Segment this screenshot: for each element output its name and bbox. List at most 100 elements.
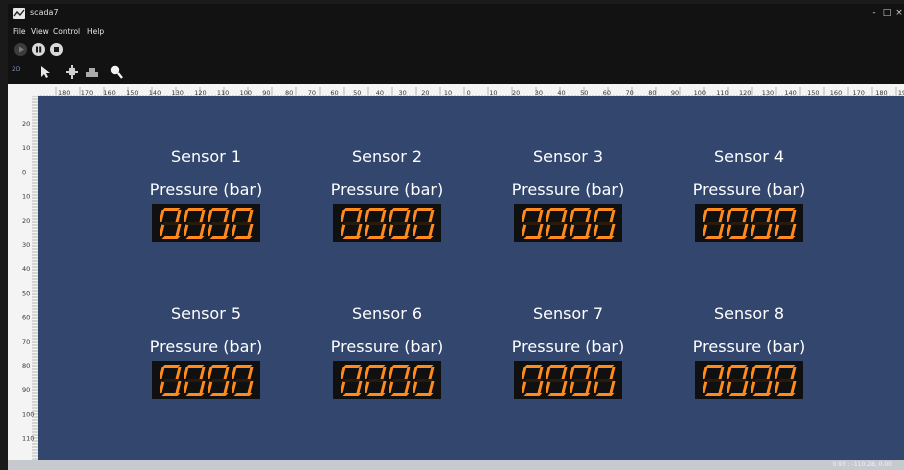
sensor-widget: Sensor 4 Pressure (bar) [679,146,819,242]
digit-segment [175,367,182,379]
menu-control[interactable]: Control [53,27,80,36]
digit-segment [404,367,411,379]
digit-segment [185,379,205,382]
ruler-label: 20 [22,217,30,225]
ruler-label: 0 [22,168,26,176]
sensor-widget: Sensor 8 Pressure (bar) [679,303,819,399]
close-button[interactable]: × [893,7,904,19]
digit-segment [522,210,527,222]
scada-canvas[interactable]: Sensor 1 Pressure (bar) Sensor 2 Pressure (… [38,96,904,460]
digit-segment [776,236,796,239]
digit-segment [776,393,796,396]
pointer-icon[interactable] [38,64,54,80]
digit-segment [413,210,418,222]
digit-segment [561,367,568,379]
digit-segment [742,381,749,393]
digit-segment [365,367,370,379]
digit-segment [413,367,418,379]
digit-segment [185,236,205,239]
minimize-button[interactable]: - [868,7,880,19]
digit-segment [585,210,592,222]
digit [341,365,363,396]
ruler-label: 90 [671,89,679,96]
digit [413,208,435,239]
digit-segment [570,381,575,393]
ruler-label: 130 [172,89,184,96]
ruler-label: 110 [217,89,229,96]
view-2d-button[interactable]: 2D [12,66,26,82]
digit [775,365,797,396]
digit-segment [223,210,230,222]
seven-segment-display [333,361,441,399]
digit-segment [233,379,253,382]
digit-segment [766,367,773,379]
seven-segment-display [514,204,622,242]
digit-segment [208,381,213,393]
zoom-icon[interactable] [108,64,124,80]
ruler-label: 30 [399,89,407,96]
sensor-unit-label: Pressure (bar) [149,180,263,199]
app-window: scada7 - □ × File View Control Help 2D 1… [8,4,904,470]
menu-file[interactable]: File [13,27,26,36]
digit-segment [570,210,575,222]
menu-view[interactable]: View [31,27,49,36]
digit-segment [209,393,229,396]
ruler-label: 80 [22,362,30,370]
digit-segment [571,379,591,382]
maximize-button[interactable]: □ [881,7,893,19]
ruler-label: 20 [512,89,520,96]
digit-segment [389,381,394,393]
digit-segment [766,381,773,393]
sensor-widget: Sensor 3 Pressure (bar) [498,146,638,242]
pan-icon[interactable] [64,64,80,80]
ruler-label: 170 [81,89,93,96]
digit-segment [704,222,724,225]
digit-segment [752,379,772,382]
digit-segment [728,393,748,396]
ruler-label: 19 [898,89,904,96]
digit-segment [414,393,434,396]
pause-button[interactable] [32,43,45,56]
digit-segment [537,381,544,393]
digit-segment [184,210,189,222]
digit-segment [390,236,410,239]
digit-segment [727,210,732,222]
digit-segment [752,222,772,225]
ruler-label: 10 [444,89,452,96]
seven-segment-display [695,361,803,399]
digit [546,365,568,396]
digit-segment [428,210,435,222]
run-controls [8,42,308,60]
digit [703,365,725,396]
digit-segment [546,381,551,393]
digit-segment [356,381,363,393]
digit-segment [751,381,756,393]
digit-segment [233,222,253,225]
digit [727,365,749,396]
title-bar: scada7 - □ × [8,4,904,24]
play-button[interactable] [14,43,27,56]
digit [594,365,616,396]
seven-segment-display [152,361,260,399]
ruler-label: 50 [580,89,588,96]
ruler-label: 40 [22,265,30,273]
digit-segment [742,210,749,222]
ruler-label: 40 [376,89,384,96]
digit [522,365,544,396]
menu-help[interactable]: Help [87,27,104,36]
digit-segment [232,381,237,393]
digit-segment [380,367,387,379]
digit-segment [571,222,591,225]
digit [727,208,749,239]
sensor-unit-label: Pressure (bar) [692,180,806,199]
digit-segment [595,222,615,225]
digit-segment [776,379,796,382]
ruler-vertical: 20100102030405060708090100110120 [8,96,38,460]
digit [232,365,254,396]
digit [389,208,411,239]
move-tool-icon[interactable] [84,64,100,80]
digit-segment [209,379,229,382]
digit-segment [380,381,387,393]
digit-segment [718,210,725,222]
stop-button[interactable] [50,43,63,56]
